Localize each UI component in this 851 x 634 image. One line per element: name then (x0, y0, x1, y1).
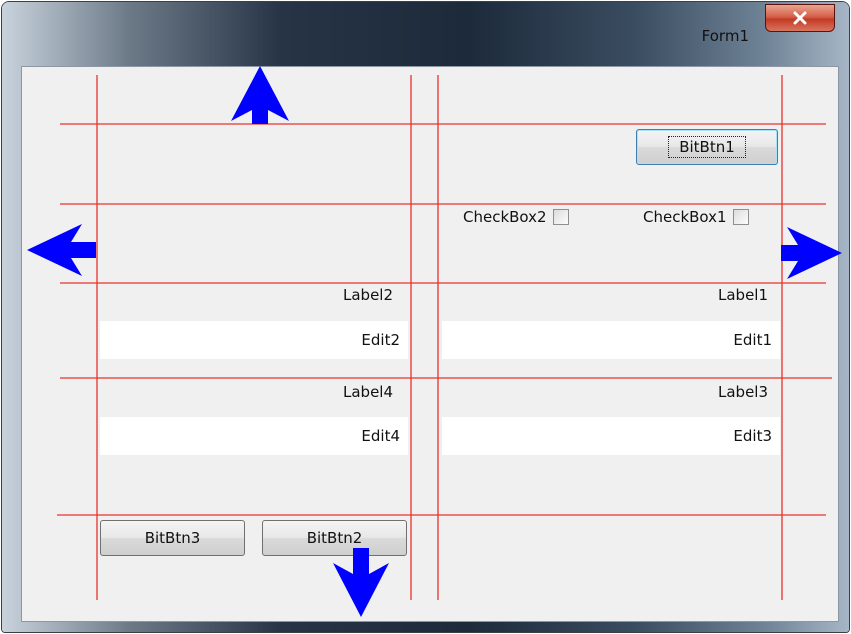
bitbtn2-button[interactable]: BitBtn2 (262, 520, 407, 556)
checkbox1-label: CheckBox1 (643, 208, 727, 226)
close-icon (793, 11, 807, 25)
bitbtn2-label: BitBtn2 (306, 529, 363, 547)
close-button[interactable] (765, 4, 835, 32)
label3: Label3 (718, 383, 769, 401)
checkbox2[interactable]: CheckBox2 (463, 208, 569, 226)
checkbox2-label: CheckBox2 (463, 208, 547, 226)
checkbox1-box[interactable] (732, 209, 749, 225)
edit2-field[interactable]: Edit2 (100, 321, 408, 359)
label1: Label1 (718, 286, 769, 304)
window-title: Form1 (701, 27, 749, 45)
bitbtn1-label: BitBtn1 (668, 136, 746, 158)
edit4-field[interactable]: Edit4 (100, 417, 408, 455)
checkbox2-box[interactable] (552, 209, 569, 225)
label4: Label4 (343, 383, 394, 401)
bitbtn3-button[interactable]: BitBtn3 (100, 520, 245, 556)
bitbtn1-button[interactable]: BitBtn1 (636, 129, 778, 165)
label2: Label2 (343, 286, 394, 304)
bitbtn3-label: BitBtn3 (144, 529, 201, 547)
checkbox1[interactable]: CheckBox1 (643, 208, 749, 226)
edit3-field[interactable]: Edit3 (442, 417, 780, 455)
edit1-field[interactable]: Edit1 (442, 321, 780, 359)
title-bar[interactable]: Form1 (2, 2, 849, 64)
